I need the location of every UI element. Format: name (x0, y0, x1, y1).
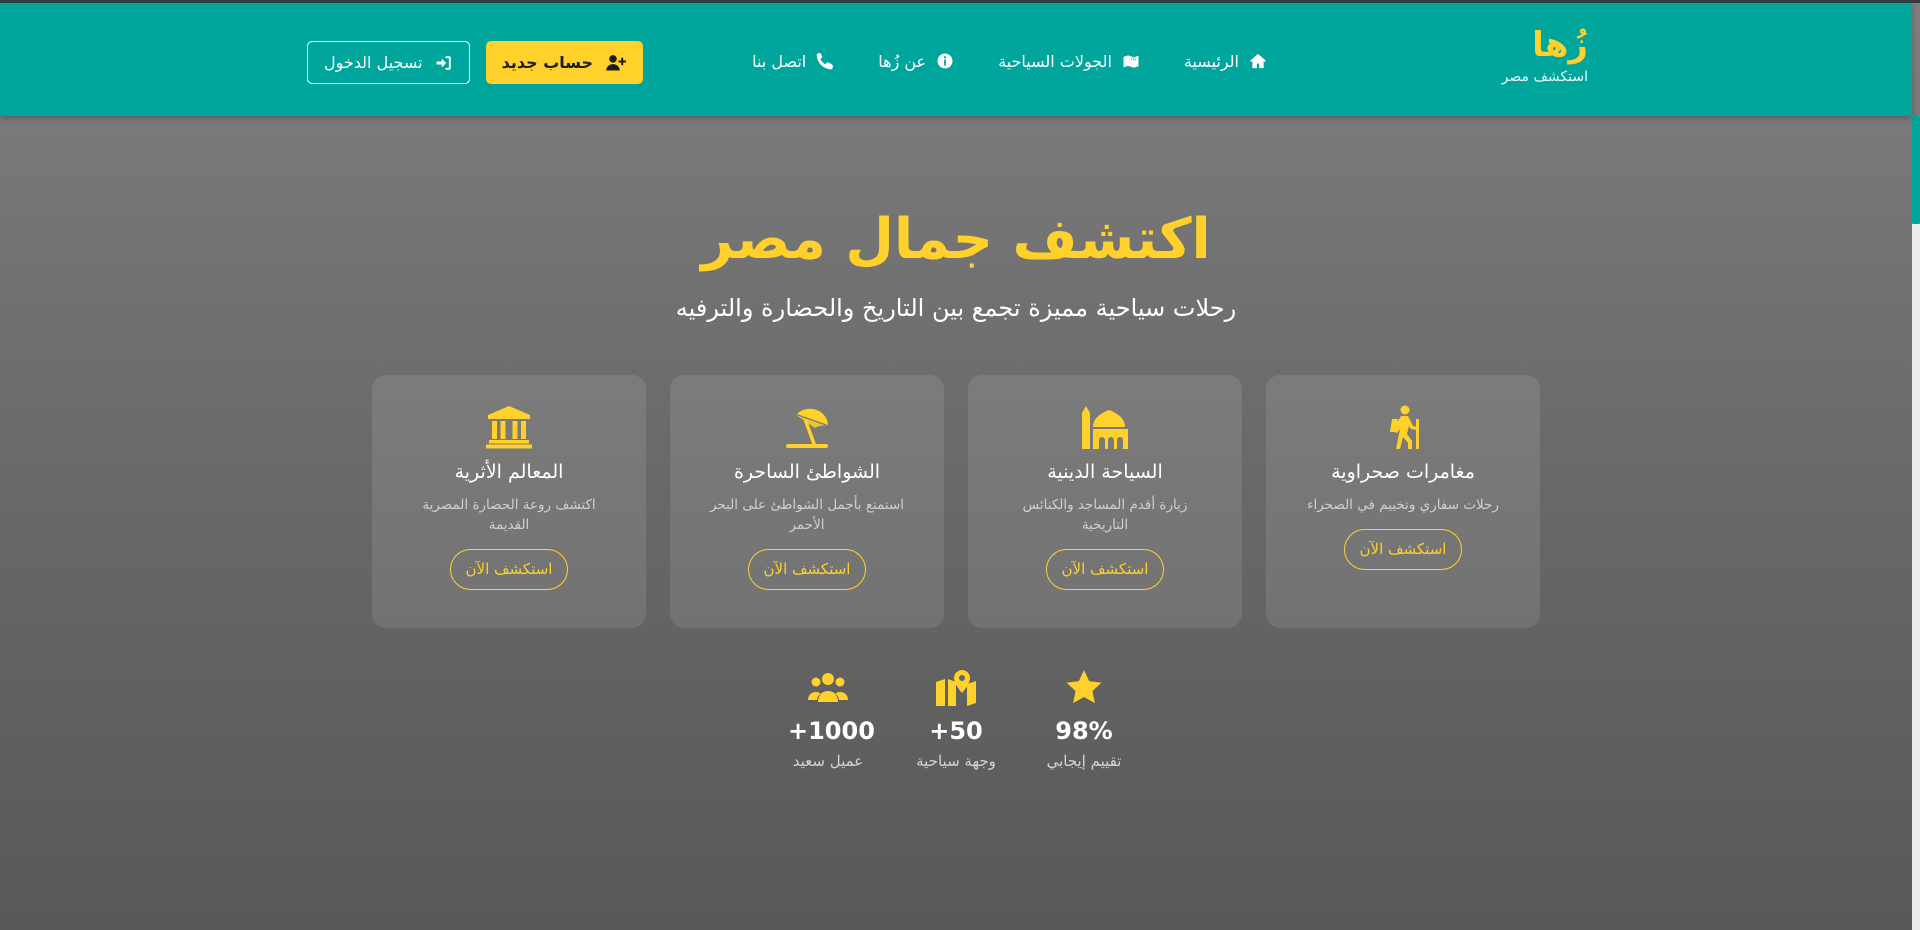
explore-button[interactable]: استكشف الآن (1343, 529, 1463, 570)
map-location-icon (1123, 55, 1139, 68)
register-label: حساب جديد (501, 53, 594, 72)
nav-item-tours-label: الجولات السياحية (998, 51, 1112, 71)
card-description: زيارة أقدم المساجد والكنائس التاريخية (1022, 497, 1188, 533)
phone-icon (817, 53, 834, 70)
hiking-icon (1390, 405, 1419, 449)
card-landmarks: المعالم الأثرية اكتشف روعة الحضارة المصر… (372, 375, 646, 628)
explore-button[interactable]: استكشف الآن (449, 549, 569, 590)
register-button[interactable]: حساب جديد (485, 41, 644, 84)
mosque-icon (1082, 406, 1128, 449)
card-description: استمتع بأجمل الشواطئ على البحر الأحمر (709, 497, 905, 533)
stats: +1000 عميل سعيد +50 وجهة سياحية 98% تقيي… (0, 670, 1912, 770)
hero-title: اكتشف جمال مصر (701, 207, 1211, 272)
explore-button[interactable]: استكشف الآن (1045, 549, 1165, 590)
category-cards: المعالم الأثرية اكتشف روعة الحضارة المصر… (372, 375, 1540, 628)
auth-buttons: تسجيل الدخول حساب جديد (307, 41, 644, 84)
card-title: السياحة الدينية (1047, 461, 1163, 483)
umbrella-beach-icon (786, 408, 828, 448)
user-plus-icon (606, 54, 627, 70)
card-description: رحلات سفاري وتخييم في الصحراء (1307, 497, 1499, 513)
scrollbar-thumb[interactable] (1912, 116, 1920, 224)
brand[interactable]: زُها استكشف مصر (1502, 25, 1588, 85)
home-icon (1250, 53, 1266, 69)
window-top-border (0, 0, 1920, 3)
nav-item-about[interactable]: عن زُها (878, 52, 954, 71)
landmark-icon (486, 406, 532, 449)
navbar: زُها استكشف مصر الرئيسية الجولات السياحي… (0, 3, 1912, 116)
stat-label: وجهة سياحية (916, 752, 996, 770)
info-circle-icon (937, 53, 953, 69)
brand-tagline: استكشف مصر (1501, 69, 1588, 85)
card-title: مغامرات صحراوية (1331, 461, 1475, 483)
card-religious: السياحة الدينية زيارة أقدم المساجد والكن… (968, 375, 1242, 628)
explore-button[interactable]: استكشف الآن (747, 549, 867, 590)
login-label: تسجيل الدخول (324, 53, 423, 72)
nav-item-contact[interactable]: اتصل بنا (752, 52, 834, 71)
stat-value: +1000 (788, 717, 875, 745)
stat-label: تقييم إيجابي (1046, 752, 1122, 770)
nav-item-home-label: الرئيسية (1183, 51, 1239, 71)
card-title: المعالم الأثرية (454, 461, 564, 483)
stat-destinations: +50 وجهة سياحية (916, 670, 996, 770)
nav-item-about-label: عن زُها (878, 51, 927, 71)
stat-value: +50 (929, 717, 983, 745)
stat-customers: +1000 عميل سعيد (788, 670, 875, 770)
brand-name: زُها (1532, 25, 1588, 65)
users-icon (808, 673, 848, 702)
map-marked-icon (936, 670, 976, 706)
card-beaches: الشواطئ الساحرة استمتع بأجمل الشواطئ على… (670, 375, 944, 628)
nav-item-contact-label: اتصل بنا (752, 51, 807, 71)
nav-item-home[interactable]: الرئيسية (1184, 52, 1267, 71)
stat-rating: 98% تقييم إيجابي (1044, 670, 1124, 770)
stat-value: 98% (1055, 717, 1113, 745)
card-description: اكتشف روعة الحضارة المصرية القديمة (422, 497, 596, 533)
sign-in-icon (436, 55, 451, 70)
scrollbar[interactable] (1912, 116, 1920, 930)
nav-links: الرئيسية الجولات السياحية عن زُها اتصل ب… (752, 37, 1267, 85)
hero-subtitle: رحلات سياحية مميزة تجمع بين التاريخ والح… (675, 294, 1237, 322)
stat-label: عميل سعيد (792, 752, 864, 770)
card-title: الشواطئ الساحرة (733, 461, 881, 483)
nav-item-tours[interactable]: الجولات السياحية (998, 52, 1140, 71)
star-icon (1066, 670, 1102, 704)
card-desert: مغامرات صحراوية رحلات سفاري وتخييم في ال… (1266, 375, 1540, 628)
login-button[interactable]: تسجيل الدخول (307, 41, 470, 84)
